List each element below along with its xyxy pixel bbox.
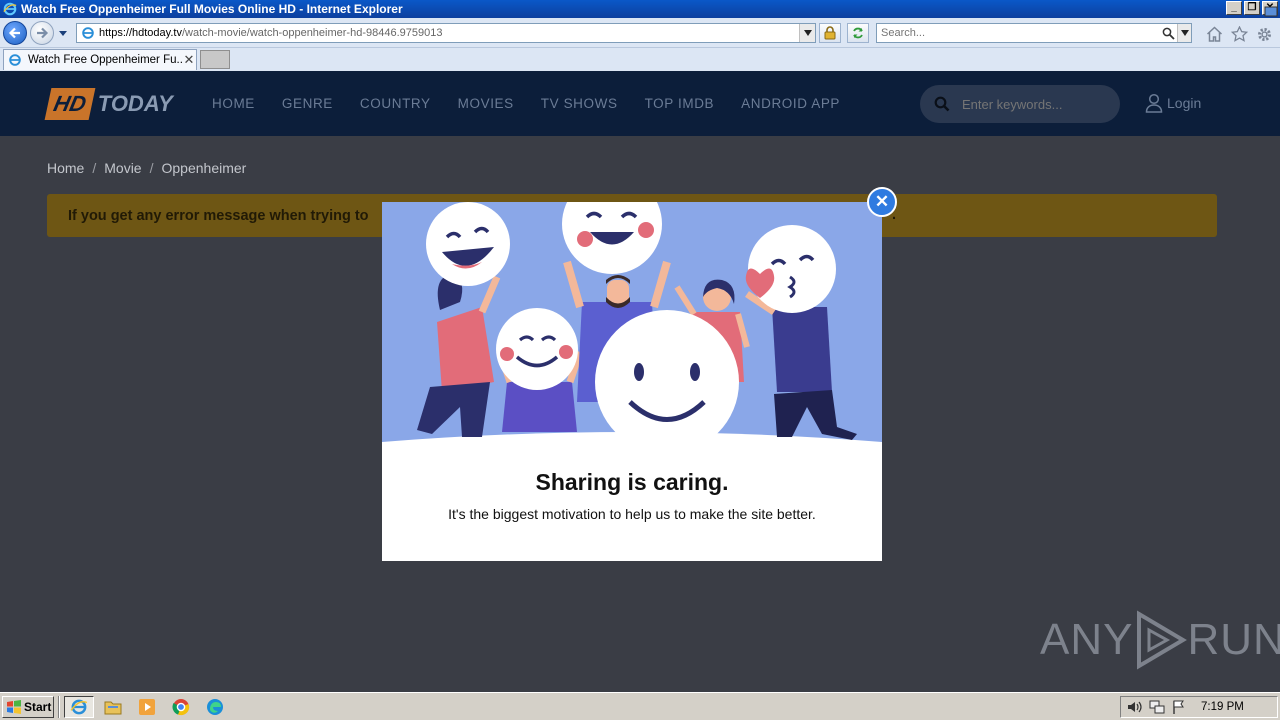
nav-home[interactable]: HOME [212, 96, 255, 111]
refresh-button[interactable] [847, 23, 869, 43]
breadcrumb-home[interactable]: Home [47, 160, 84, 176]
chevron-down-icon [803, 30, 812, 36]
nav-android-app[interactable]: ANDROID APP [741, 96, 840, 111]
breadcrumb: Home / Movie / Oppenheimer [47, 160, 246, 176]
recent-pages-dropdown-icon[interactable] [58, 28, 68, 38]
grinning-emoji [562, 202, 662, 274]
chrome-icon [172, 699, 190, 716]
anyrun-watermark: ANY RUN [1040, 610, 1280, 670]
edge-icon [207, 699, 223, 715]
volume-icon[interactable] [1127, 699, 1143, 715]
breadcrumb-movie[interactable]: Movie [104, 160, 141, 176]
forward-button[interactable] [30, 21, 54, 45]
desktop-icon [1264, 6, 1278, 17]
back-arrow-icon [8, 27, 20, 39]
logo-hd-mark: HD [44, 88, 96, 120]
user-icon [1145, 93, 1163, 113]
site-header: HD TODAY HOME GENRE COUNTRY MOVIES TV SH… [0, 71, 1280, 136]
logo-wordmark: TODAY [97, 91, 173, 116]
taskbar-clock[interactable]: 7:19 PM [1201, 701, 1244, 713]
home-icon [1206, 26, 1222, 42]
minimize-button[interactable]: _ [1226, 1, 1242, 15]
taskbar-media-player-button[interactable] [132, 696, 162, 718]
nav-movies[interactable]: MOVIES [458, 96, 514, 111]
window-title-bar: Watch Free Oppenheimer Full Movies Onlin… [0, 0, 1280, 18]
home-button[interactable] [1205, 25, 1223, 43]
share-modal: Sharing is caring. It's the biggest moti… [382, 202, 882, 561]
maximize-button[interactable]: ❐ [1244, 1, 1260, 15]
padlock-icon [824, 26, 836, 40]
share-illustration [382, 202, 882, 447]
search-icon[interactable] [934, 96, 950, 112]
watermark-right-text: RUN [1187, 615, 1280, 664]
modal-text: It's the biggest motivation to help us t… [448, 506, 816, 522]
address-toolbar: https://hdtoday.tv/watch-movie/watch-opp… [0, 18, 1280, 48]
address-bar[interactable]: https://hdtoday.tv/watch-movie/watch-opp… [76, 23, 816, 43]
url-host: https://hdtoday.tv [99, 27, 182, 39]
star-icon [1230, 26, 1248, 42]
smiling-emoji [496, 308, 578, 390]
tab-active[interactable]: Watch Free Oppenheimer Fu... ✕ [3, 49, 197, 70]
taskbar-ie-button[interactable] [64, 696, 94, 718]
main-nav: HOME GENRE COUNTRY MOVIES TV SHOWS TOP I… [212, 71, 867, 136]
breadcrumb-separator: / [92, 160, 97, 176]
site-logo[interactable]: HD TODAY [44, 88, 173, 120]
site-search-input[interactable] [962, 96, 1102, 112]
nav-genre[interactable]: GENRE [282, 96, 333, 111]
modal-close-button[interactable]: ✕ [867, 187, 897, 217]
browser-search-input[interactable] [877, 27, 1159, 39]
tab-close-icon[interactable]: ✕ [182, 52, 196, 68]
taskbar-explorer-button[interactable] [98, 696, 128, 718]
taskbar: Start 7:19 PM [0, 692, 1280, 720]
nav-tv-shows[interactable]: TV SHOWS [541, 96, 618, 111]
windows-logo-icon [7, 700, 21, 714]
search-provider-dropdown[interactable] [1177, 24, 1191, 42]
media-player-icon [139, 699, 155, 715]
nav-top-imdb[interactable]: TOP IMDB [645, 96, 715, 111]
url-path: /watch-movie/watch-oppenheimer-hd-98446.… [181, 27, 443, 39]
modal-heading: Sharing is caring. [535, 469, 729, 495]
site-search-box[interactable] [920, 85, 1120, 123]
taskbar-chrome-button[interactable] [166, 696, 196, 718]
login-label: Login [1167, 95, 1202, 111]
back-button[interactable] [3, 21, 27, 45]
chevron-down-icon [1180, 30, 1189, 36]
search-icon[interactable] [1159, 24, 1177, 42]
tab-strip: Watch Free Oppenheimer Fu... ✕ [0, 48, 1280, 71]
security-lock-button[interactable] [819, 23, 841, 43]
favorites-button[interactable] [1230, 25, 1248, 43]
start-button[interactable]: Start [2, 696, 54, 718]
taskbar-separator [58, 696, 60, 718]
address-dropdown-button[interactable] [799, 24, 815, 42]
refresh-icon [853, 27, 863, 39]
laughing-emoji [426, 202, 510, 286]
new-tab-button[interactable] [200, 50, 230, 69]
page-ie-icon [9, 54, 21, 66]
happy-people-illustration [382, 202, 882, 447]
network-icon[interactable] [1149, 699, 1165, 715]
internet-explorer-icon [70, 699, 88, 715]
nav-country[interactable]: COUNTRY [360, 96, 431, 111]
forward-arrow-icon [37, 27, 49, 39]
start-label: Start [24, 700, 52, 714]
system-tray: 7:19 PM [1120, 696, 1278, 718]
taskbar-edge-button[interactable] [200, 696, 230, 718]
internet-explorer-icon [3, 2, 17, 16]
page-ie-icon [82, 27, 94, 39]
watermark-left-text: ANY [1040, 615, 1134, 664]
breadcrumb-separator: / [149, 160, 154, 176]
error-notice-text: If you get any error message when trying… [68, 207, 369, 224]
show-desktop-button[interactable] [1264, 4, 1278, 24]
browser-search-box[interactable] [876, 23, 1192, 43]
window-title: Watch Free Oppenheimer Full Movies Onlin… [21, 2, 403, 16]
folder-icon [104, 701, 122, 715]
play-logo-icon [1137, 610, 1188, 670]
tab-title: Watch Free Oppenheimer Fu... [28, 54, 182, 66]
login-link[interactable]: Login [1145, 93, 1201, 113]
gear-icon [1257, 27, 1271, 41]
action-center-flag-icon[interactable] [1171, 699, 1187, 715]
breadcrumb-current: Oppenheimer [161, 160, 247, 176]
tools-button[interactable] [1255, 25, 1273, 43]
